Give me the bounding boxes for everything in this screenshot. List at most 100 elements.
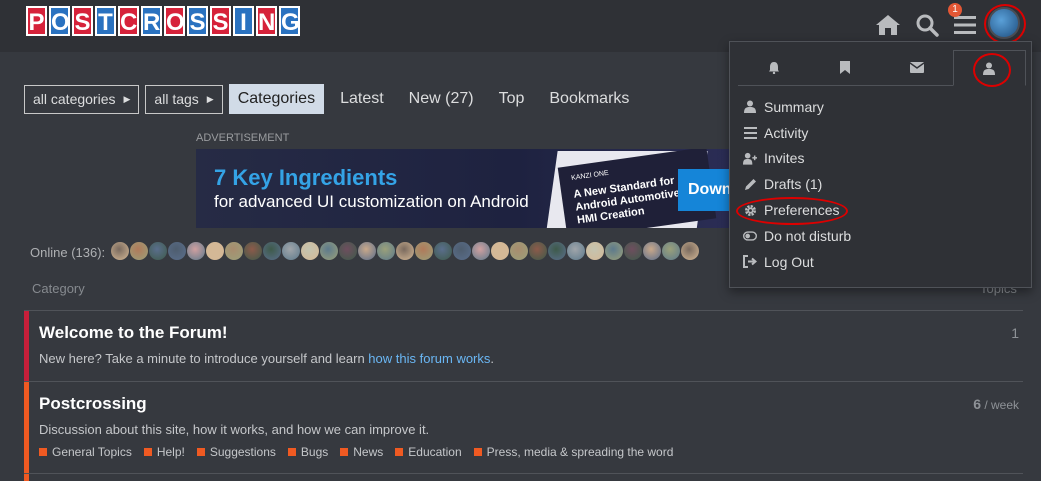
ad-download-button[interactable]: Down [678,169,730,211]
online-user-avatar[interactable] [376,241,396,261]
subcategory-link[interactable]: General Topics [39,445,132,459]
online-users-label: Online (136): [30,245,106,260]
tab-messages[interactable] [881,50,953,85]
online-user-avatar[interactable] [357,241,377,261]
subcategory-label: Help! [156,445,185,459]
user-menu-item-activity[interactable]: Activity [743,120,851,146]
navigation-bar: all categories ▶ all tags ▶ Categories L… [24,84,645,114]
online-user-avatar[interactable] [528,241,548,261]
user-menu-item-do-not-disturb[interactable]: Do not disturb [743,223,851,249]
online-user-avatar[interactable] [642,241,662,261]
online-user-avatar[interactable] [186,241,206,261]
logo-letter: O [49,6,70,36]
user-menu-item-label: Invites [764,150,805,167]
category-row-postcrossing[interactable]: Postcrossing Discussion about this site,… [24,382,1023,473]
logo-letter: R [141,6,162,36]
online-user-avatar[interactable] [452,241,472,261]
online-user-avatar[interactable] [623,241,643,261]
nav-categories[interactable]: Categories [228,84,325,114]
subcategory-list: General Topics Help! Suggestions Bugs News Ed… [39,445,685,459]
envelope-icon [909,62,924,73]
user-menu-item-drafts-1[interactable]: Drafts (1) [743,171,851,197]
search-icon[interactable] [912,10,942,40]
subcategory-color-square [39,448,47,456]
online-user-avatar[interactable] [148,241,168,261]
online-user-avatar[interactable] [433,241,453,261]
sign-out-icon [743,255,757,269]
caret-right-icon: ▶ [206,93,214,104]
advertisement-banner[interactable]: 7 Key Ingredients for advanced UI custom… [196,149,730,228]
online-user-avatar[interactable] [661,241,681,261]
online-user-avatar[interactable] [338,241,358,261]
user-plus-icon [743,151,757,165]
logo-letter: S [187,6,208,36]
online-user-avatar[interactable] [224,241,244,261]
nav-top[interactable]: Top [490,84,534,114]
online-user-avatar[interactable] [110,241,130,261]
all-categories-dropdown[interactable]: all categories ▶ [24,84,140,114]
online-user-avatar[interactable] [300,241,320,261]
subcategory-link[interactable]: Help! [143,445,185,459]
tab-bookmarks[interactable] [810,50,882,85]
subcategory-link[interactable]: Press, media & spreading the word [473,445,673,459]
category-title[interactable]: Postcrossing [39,394,147,414]
user-menu-item-label: Activity [764,124,809,141]
ad-subline: for advanced UI customization on Android [214,192,529,211]
next-category-stripe [24,474,29,481]
online-user-avatar[interactable] [566,241,586,261]
nav-bookmarks[interactable]: Bookmarks [540,84,638,114]
subcategory-color-square [395,448,404,456]
nav-latest[interactable]: Latest [331,84,393,114]
notification-badge: 1 [948,3,962,17]
online-user-avatar[interactable] [129,241,149,261]
user-menu-item-label: Log Out [764,253,814,270]
user-menu-item-label: Drafts (1) [764,176,823,193]
logo-letter: G [279,6,300,36]
online-user-avatar[interactable] [205,241,225,261]
annotation-circle-profile-tab [973,53,1011,87]
forum-guide-link[interactable]: how this forum works [368,351,490,366]
user-menu-item-label: Do not disturb [764,227,852,244]
logo-letter: S [210,6,231,36]
online-user-avatar[interactable] [395,241,415,261]
subcategory-link[interactable]: Bugs [287,445,328,459]
caret-right-icon: ▶ [123,93,131,104]
online-user-avatars [110,241,728,265]
user-menu-item-invites[interactable]: Invites [743,146,851,172]
subcategory-label: Suggestions [209,445,276,459]
user-menu-panel: Summary Activity Invites Drafts (1) Preferen… [729,41,1032,288]
user-menu-item-label: Summary [764,98,824,115]
logo-letter: N [256,6,277,36]
online-user-avatar[interactable] [319,241,339,261]
online-user-avatar[interactable] [281,241,301,261]
home-icon[interactable] [873,10,903,40]
online-user-avatar[interactable] [585,241,605,261]
subcategory-link[interactable]: News [340,445,383,459]
nav-new[interactable]: New (27) [400,84,483,114]
category-column-header: Category [32,281,85,296]
category-row-welcome[interactable]: Welcome to the Forum! New here? Take a m… [24,311,1023,381]
postcrossing-logo[interactable]: POSTCROSSING [26,6,300,36]
subcategory-link[interactable]: Suggestions [196,445,276,459]
subcategory-color-square [473,448,482,456]
online-user-avatar[interactable] [509,241,529,261]
online-user-avatar[interactable] [471,241,491,261]
online-user-avatar[interactable] [680,241,700,261]
online-user-avatar[interactable] [243,241,263,261]
online-user-avatar[interactable] [167,241,187,261]
all-tags-dropdown[interactable]: all tags ▶ [145,84,223,114]
online-user-avatar[interactable] [490,241,510,261]
user-menu-item-log-out[interactable]: Log Out [743,249,851,275]
category-title[interactable]: Welcome to the Forum! [39,323,228,343]
online-user-avatar[interactable] [547,241,567,261]
topic-count-unit: / week [980,398,1019,412]
bell-icon [768,62,779,74]
subcategory-color-square [196,448,205,456]
tab-notifications[interactable] [738,50,810,85]
topic-count-value: 6 [973,396,981,412]
user-menu-item-summary[interactable]: Summary [743,94,851,120]
online-user-avatar[interactable] [414,241,434,261]
online-user-avatar[interactable] [604,241,624,261]
subcategory-link[interactable]: Education [395,445,462,459]
online-user-avatar[interactable] [262,241,282,261]
